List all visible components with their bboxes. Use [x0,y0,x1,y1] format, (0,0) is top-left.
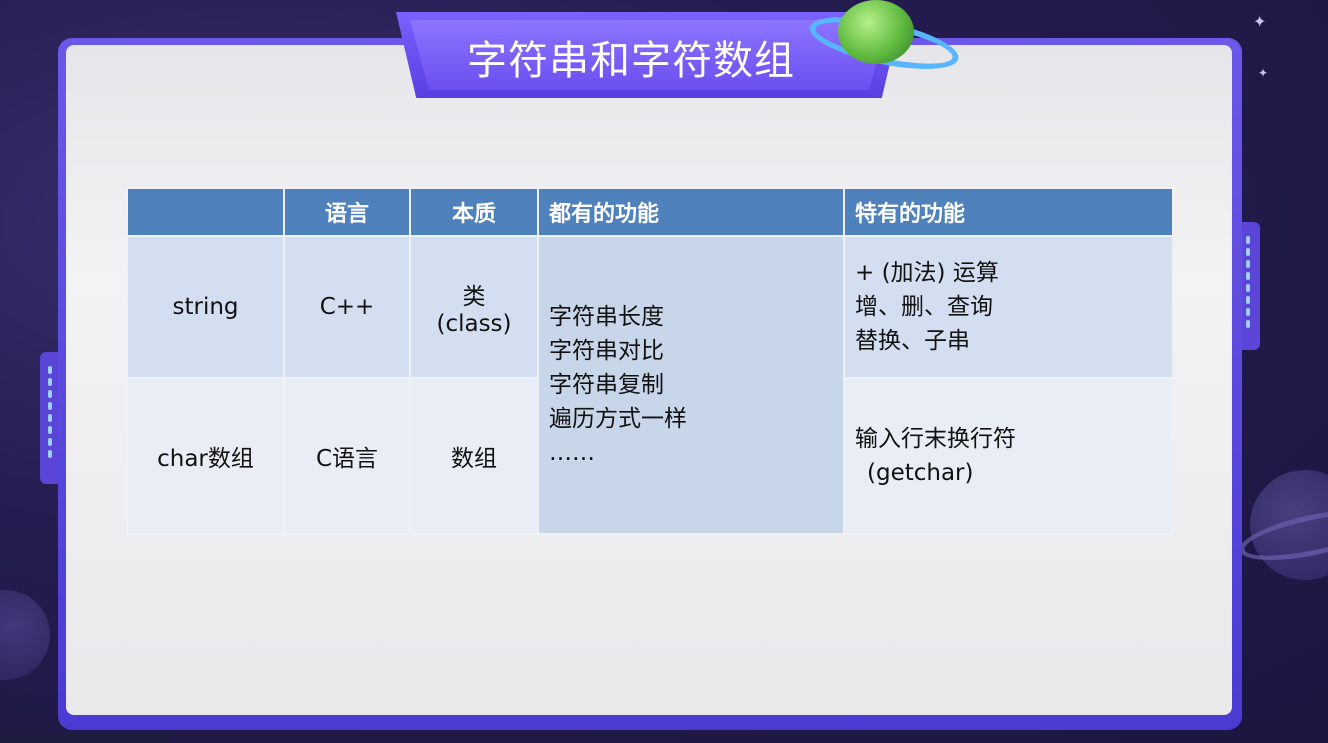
cell-special-features: 输入行末换行符 (getchar) [843,377,1174,535]
taskbar-strip [0,733,170,743]
slide-title: 字符串和字符数组 [467,38,795,84]
table-header-row: 语言 本质 都有的功能 特有的功能 [126,187,1174,237]
essence-line: (class) [436,311,512,337]
planet-icon [838,0,914,64]
cell-language: C语言 [283,377,411,535]
essence-line: 类 [462,284,486,310]
header-cell-essence: 本质 [409,187,539,237]
cell-common-features: 字符串长度 字符串对比 字符串复制 遍历方式一样 …… [537,235,845,535]
essence-line: 数组 [451,446,497,472]
cell-language: C++ [283,235,411,379]
cell-name: string [126,235,285,379]
common-feature-item: 字符串对比 [549,338,664,364]
star-icon: ✦ [1253,12,1267,31]
star-icon: ✦ [1258,66,1269,80]
table-row: string C++ 类 (class) 字符串长度 字符串对比 字符串复制 遍… [126,235,1174,535]
header-cell-empty [126,187,285,237]
common-feature-item: 字符串复制 [549,372,664,398]
special-feature-item: 输入行末换行符 [855,426,1016,452]
comparison-table: 语言 本质 都有的功能 特有的功能 string C++ 类 (class) 字… [126,187,1174,535]
planet-decoration [0,590,50,680]
special-feature-item: + (加法) 运算 [855,260,999,286]
special-feature-item: (getchar) [867,460,974,486]
header-cell-language: 语言 [283,187,411,237]
header-cell-common: 都有的功能 [537,187,845,237]
common-feature-item: 字符串长度 [549,304,664,330]
common-feature-item: 遍历方式一样 [549,406,687,432]
cell-essence: 类 (class) [409,235,539,379]
special-feature-item: 替换、子串 [855,328,970,354]
cell-name: char数组 [126,377,285,535]
cell-essence: 数组 [409,377,539,535]
header-cell-special: 特有的功能 [843,187,1174,237]
special-feature-item: 增、删、查询 [855,294,993,320]
cell-special-features: + (加法) 运算 增、删、查询 替换、子串 [843,235,1174,379]
common-feature-item: …… [549,440,595,466]
